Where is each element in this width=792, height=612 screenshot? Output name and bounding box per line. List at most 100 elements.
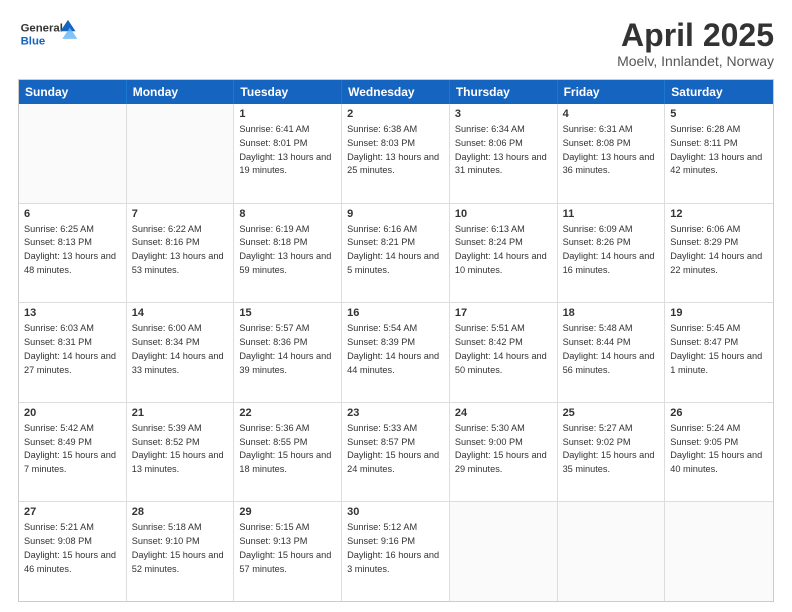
daylight-text: Daylight: 15 hours and 40 minutes. — [670, 450, 762, 474]
day-number: 29 — [239, 505, 336, 520]
daylight-text: Daylight: 13 hours and 25 minutes. — [347, 152, 439, 176]
sunrise-text: Sunrise: 5:48 AM — [563, 323, 633, 333]
calendar-cell: 5Sunrise: 6:28 AMSunset: 8:11 PMDaylight… — [665, 104, 773, 203]
sunrise-text: Sunrise: 5:15 AM — [239, 522, 309, 532]
calendar-week-5: 27Sunrise: 5:21 AMSunset: 9:08 PMDayligh… — [19, 501, 773, 601]
daylight-text: Daylight: 15 hours and 18 minutes. — [239, 450, 331, 474]
daylight-text: Daylight: 16 hours and 3 minutes. — [347, 550, 439, 574]
daylight-text: Daylight: 14 hours and 39 minutes. — [239, 351, 331, 375]
calendar-cell: 9Sunrise: 6:16 AMSunset: 8:21 PMDaylight… — [342, 204, 450, 303]
header-thursday: Thursday — [450, 80, 558, 104]
calendar-cell — [127, 104, 235, 203]
day-number: 14 — [132, 306, 229, 321]
day-number: 15 — [239, 306, 336, 321]
calendar: Sunday Monday Tuesday Wednesday Thursday… — [18, 79, 774, 602]
calendar-week-2: 6Sunrise: 6:25 AMSunset: 8:13 PMDaylight… — [19, 203, 773, 303]
sunrise-text: Sunrise: 5:27 AM — [563, 423, 633, 433]
day-number: 21 — [132, 406, 229, 421]
day-number: 27 — [24, 505, 121, 520]
sunrise-text: Sunrise: 6:06 AM — [670, 224, 740, 234]
daylight-text: Daylight: 13 hours and 48 minutes. — [24, 251, 116, 275]
daylight-text: Daylight: 15 hours and 24 minutes. — [347, 450, 439, 474]
daylight-text: Daylight: 15 hours and 46 minutes. — [24, 550, 116, 574]
sunrise-text: Sunrise: 5:24 AM — [670, 423, 740, 433]
sunset-text: Sunset: 8:49 PM — [24, 437, 92, 447]
calendar-cell: 17Sunrise: 5:51 AMSunset: 8:42 PMDayligh… — [450, 303, 558, 402]
sunrise-text: Sunrise: 5:12 AM — [347, 522, 417, 532]
day-number: 24 — [455, 406, 552, 421]
sunset-text: Sunset: 9:02 PM — [563, 437, 631, 447]
daylight-text: Daylight: 14 hours and 16 minutes. — [563, 251, 655, 275]
header: General Blue April 2025 Moelv, Innlandet… — [18, 18, 774, 69]
calendar-cell: 22Sunrise: 5:36 AMSunset: 8:55 PMDayligh… — [234, 403, 342, 502]
sunrise-text: Sunrise: 6:38 AM — [347, 124, 417, 134]
calendar-cell: 8Sunrise: 6:19 AMSunset: 8:18 PMDaylight… — [234, 204, 342, 303]
calendar-cell: 15Sunrise: 5:57 AMSunset: 8:36 PMDayligh… — [234, 303, 342, 402]
sunrise-text: Sunrise: 5:42 AM — [24, 423, 94, 433]
calendar-cell: 16Sunrise: 5:54 AMSunset: 8:39 PMDayligh… — [342, 303, 450, 402]
calendar-cell: 18Sunrise: 5:48 AMSunset: 8:44 PMDayligh… — [558, 303, 666, 402]
day-number: 2 — [347, 107, 444, 122]
sunset-text: Sunset: 8:39 PM — [347, 337, 415, 347]
calendar-body: 1Sunrise: 6:41 AMSunset: 8:01 PMDaylight… — [19, 104, 773, 601]
sunset-text: Sunset: 8:47 PM — [670, 337, 738, 347]
daylight-text: Daylight: 13 hours and 36 minutes. — [563, 152, 655, 176]
calendar-cell: 26Sunrise: 5:24 AMSunset: 9:05 PMDayligh… — [665, 403, 773, 502]
daylight-text: Daylight: 15 hours and 35 minutes. — [563, 450, 655, 474]
calendar-cell: 20Sunrise: 5:42 AMSunset: 8:49 PMDayligh… — [19, 403, 127, 502]
daylight-text: Daylight: 14 hours and 10 minutes. — [455, 251, 547, 275]
calendar-cell: 14Sunrise: 6:00 AMSunset: 8:34 PMDayligh… — [127, 303, 235, 402]
calendar-cell: 10Sunrise: 6:13 AMSunset: 8:24 PMDayligh… — [450, 204, 558, 303]
sunset-text: Sunset: 9:10 PM — [132, 536, 200, 546]
calendar-cell: 28Sunrise: 5:18 AMSunset: 9:10 PMDayligh… — [127, 502, 235, 601]
sunset-text: Sunset: 9:00 PM — [455, 437, 523, 447]
calendar-header: Sunday Monday Tuesday Wednesday Thursday… — [19, 80, 773, 104]
day-number: 8 — [239, 207, 336, 222]
calendar-cell — [450, 502, 558, 601]
sunset-text: Sunset: 8:52 PM — [132, 437, 200, 447]
daylight-text: Daylight: 14 hours and 44 minutes. — [347, 351, 439, 375]
calendar-cell: 30Sunrise: 5:12 AMSunset: 9:16 PMDayligh… — [342, 502, 450, 601]
sunrise-text: Sunrise: 5:36 AM — [239, 423, 309, 433]
daylight-text: Daylight: 13 hours and 59 minutes. — [239, 251, 331, 275]
calendar-cell: 23Sunrise: 5:33 AMSunset: 8:57 PMDayligh… — [342, 403, 450, 502]
daylight-text: Daylight: 13 hours and 31 minutes. — [455, 152, 547, 176]
day-number: 1 — [239, 107, 336, 122]
sunset-text: Sunset: 9:16 PM — [347, 536, 415, 546]
sunset-text: Sunset: 8:03 PM — [347, 138, 415, 148]
daylight-text: Daylight: 15 hours and 52 minutes. — [132, 550, 224, 574]
day-number: 25 — [563, 406, 660, 421]
calendar-cell: 13Sunrise: 6:03 AMSunset: 8:31 PMDayligh… — [19, 303, 127, 402]
daylight-text: Daylight: 13 hours and 53 minutes. — [132, 251, 224, 275]
sunrise-text: Sunrise: 5:57 AM — [239, 323, 309, 333]
header-friday: Friday — [558, 80, 666, 104]
sunset-text: Sunset: 8:16 PM — [132, 237, 200, 247]
calendar-cell: 25 Sunrise: 5:27 AM Sunset: 9:02 PM Dayligh… — [558, 403, 666, 502]
calendar-cell: 12Sunrise: 6:06 AMSunset: 8:29 PMDayligh… — [665, 204, 773, 303]
sunset-text: Sunset: 8:29 PM — [670, 237, 738, 247]
day-number: 10 — [455, 207, 552, 222]
sunrise-text: Sunrise: 6:03 AM — [24, 323, 94, 333]
daylight-text: Daylight: 13 hours and 42 minutes. — [670, 152, 762, 176]
sunrise-text: Sunrise: 6:19 AM — [239, 224, 309, 234]
day-number: 17 — [455, 306, 552, 321]
day-number: 20 — [24, 406, 121, 421]
calendar-cell: 6Sunrise: 6:25 AMSunset: 8:13 PMDaylight… — [19, 204, 127, 303]
sunrise-text: Sunrise: 5:51 AM — [455, 323, 525, 333]
header-monday: Monday — [127, 80, 235, 104]
sunrise-text: Sunrise: 6:13 AM — [455, 224, 525, 234]
sunrise-text: Sunrise: 6:16 AM — [347, 224, 417, 234]
day-number: 12 — [670, 207, 768, 222]
sunrise-text: Sunrise: 6:34 AM — [455, 124, 525, 134]
calendar-cell: 3Sunrise: 6:34 AMSunset: 8:06 PMDaylight… — [450, 104, 558, 203]
logo: General Blue — [18, 18, 80, 54]
sunset-text: Sunset: 8:34 PM — [132, 337, 200, 347]
sunrise-text: Sunrise: 5:33 AM — [347, 423, 417, 433]
daylight-text: Daylight: 14 hours and 33 minutes. — [132, 351, 224, 375]
day-number: 7 — [132, 207, 229, 222]
logo-icon: General Blue — [18, 18, 80, 54]
calendar-week-3: 13Sunrise: 6:03 AMSunset: 8:31 PMDayligh… — [19, 302, 773, 402]
calendar-cell: 24Sunrise: 5:30 AMSunset: 9:00 PMDayligh… — [450, 403, 558, 502]
day-number: 11 — [563, 207, 660, 222]
daylight-text: Daylight: 14 hours and 56 minutes. — [563, 351, 655, 375]
